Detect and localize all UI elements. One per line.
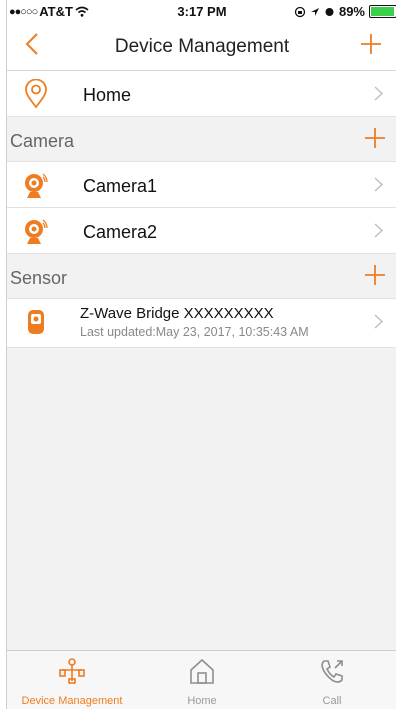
- phone-icon: [318, 657, 346, 690]
- chevron-right-icon: [374, 86, 384, 106]
- plus-icon: [365, 128, 385, 148]
- chevron-right-icon: [374, 177, 384, 197]
- add-camera-button[interactable]: [363, 126, 387, 155]
- camera-icon: [21, 216, 51, 246]
- chevron-right-icon: [374, 223, 384, 243]
- plus-icon: [361, 34, 381, 54]
- tab-label: Home: [187, 695, 217, 707]
- plus-icon: [365, 265, 385, 285]
- app-frame: ●●○○○ AT&T 3:17 PM 89% Device Management…: [6, 0, 396, 709]
- camera-row-label: Camera1: [83, 176, 158, 196]
- camera-section-title: Camera: [10, 131, 75, 151]
- status-right: 89%: [294, 4, 396, 19]
- battery-icon: [369, 5, 396, 18]
- sensor-section-header: Sensor: [7, 254, 396, 299]
- tab-label: Device Management: [21, 695, 123, 707]
- location-arrow-icon: [310, 7, 319, 16]
- alarm-icon: [325, 8, 334, 16]
- device-tree-icon: [58, 657, 86, 690]
- sensor-title: Z-Wave Bridge XXXXXXXXX: [80, 305, 274, 322]
- tab-label: Call: [322, 695, 342, 707]
- camera-row-1[interactable]: Camera1: [7, 162, 396, 208]
- status-bar: ●●○○○ AT&T 3:17 PM 89%: [7, 0, 396, 22]
- home-row-label: Home: [83, 85, 132, 105]
- chevron-right-icon: [374, 314, 384, 334]
- home-row[interactable]: Home: [7, 71, 396, 117]
- house-icon: [188, 657, 216, 690]
- bridge-icon: [21, 307, 51, 337]
- add-sensor-button[interactable]: [363, 263, 387, 292]
- camera-section-header: Camera: [7, 117, 396, 162]
- camera-row-2[interactable]: Camera2: [7, 208, 396, 254]
- sensor-last-updated: Last updated:May 23, 2017, 10:35:43 AM: [80, 325, 309, 339]
- tab-bar: Device Management Home Call: [7, 650, 396, 709]
- location-pin-icon: [21, 78, 51, 109]
- sensor-section-title: Sensor: [10, 268, 68, 288]
- battery-percent: 89%: [338, 4, 365, 19]
- camera-row-label: Camera2: [83, 222, 158, 242]
- rotation-lock-icon: [294, 6, 306, 17]
- sensor-row-1[interactable]: Z-Wave Bridge XXXXXXXXX Last updated:May…: [7, 299, 396, 348]
- nav-bar: Device Management: [7, 22, 396, 71]
- tab-call[interactable]: Call: [267, 651, 396, 709]
- page-title: Device Management: [114, 36, 290, 57]
- camera-icon: [21, 170, 51, 200]
- tab-device-management[interactable]: Device Management: [7, 651, 137, 709]
- add-device-button[interactable]: [359, 32, 383, 61]
- tab-home[interactable]: Home: [137, 651, 267, 709]
